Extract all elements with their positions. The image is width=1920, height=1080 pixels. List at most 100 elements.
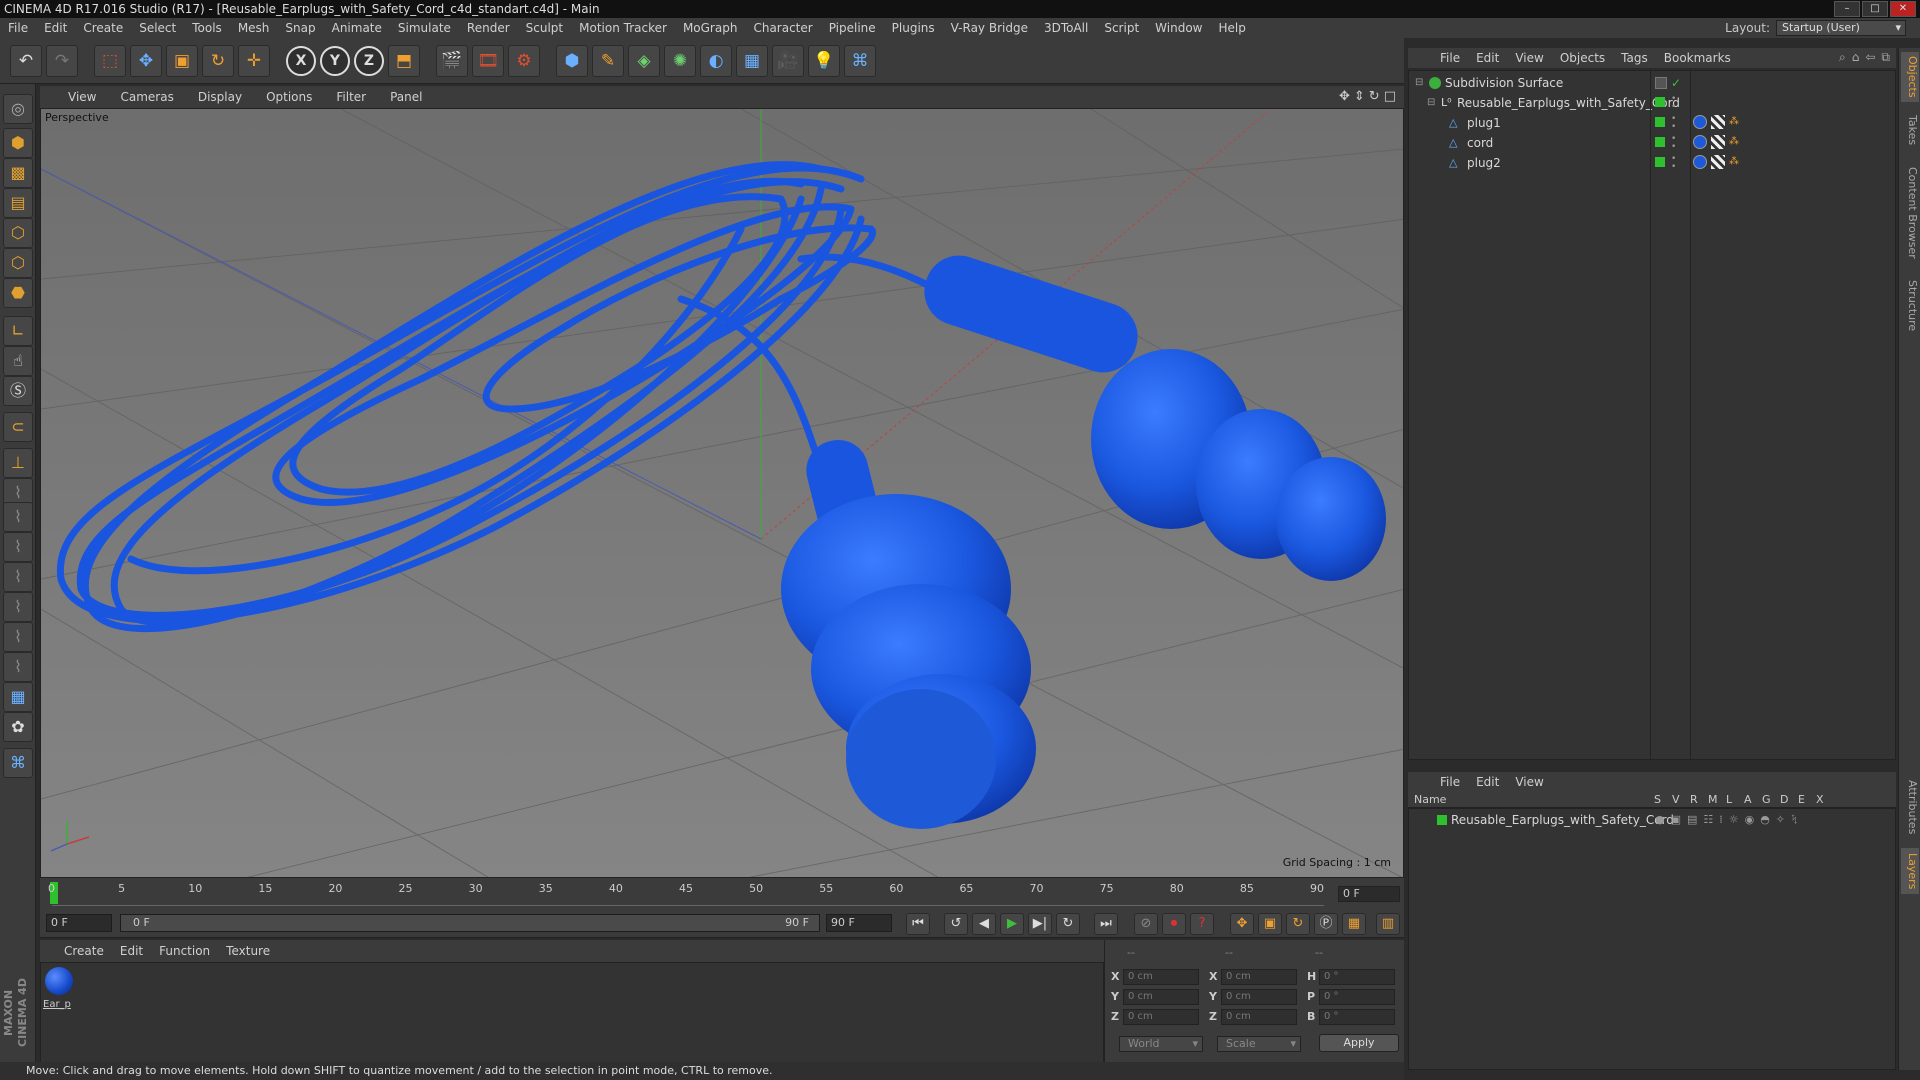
objects-menu-objects[interactable]: Objects xyxy=(1552,51,1613,65)
tags-columns-divider[interactable] xyxy=(1690,70,1691,760)
minimize-button[interactable]: – xyxy=(1834,1,1860,17)
viewport-camera-label[interactable]: Perspective xyxy=(45,111,109,124)
material-tag-icon[interactable] xyxy=(1693,115,1707,129)
spline-pen-icon[interactable]: ✎ xyxy=(592,44,624,77)
coordinate-system-icon[interactable]: ⬒ xyxy=(388,44,420,77)
key-pla-icon[interactable]: ▦ xyxy=(1342,913,1366,935)
3d-viewport[interactable]: Perspective Grid Spacing : 1 cm xyxy=(40,108,1404,878)
enabled-check-icon[interactable]: ✓ xyxy=(1671,77,1683,89)
menu-character[interactable]: Character xyxy=(745,21,820,35)
uvw-tag-icon[interactable] xyxy=(1711,155,1725,169)
snap-icon[interactable]: Ⓢ xyxy=(3,376,33,406)
size-z-field[interactable]: 0 cm xyxy=(1221,1009,1297,1025)
visibility-dots-icon[interactable]: • • xyxy=(1671,135,1676,152)
workplane-icon[interactable]: ⊥ xyxy=(3,448,33,478)
menu-render[interactable]: Render xyxy=(459,21,518,35)
layer-header-locked[interactable]: L xyxy=(1726,793,1732,806)
home-icon[interactable]: ⌂ xyxy=(1852,50,1860,65)
rotation-b-field[interactable]: 0 ° xyxy=(1319,1009,1395,1025)
objects-menu-bookmarks[interactable]: Bookmarks xyxy=(1656,51,1739,65)
layer-header-render[interactable]: R xyxy=(1690,793,1698,806)
previous-frame-icon[interactable]: ◀ xyxy=(972,913,996,935)
layer-header-view[interactable]: V xyxy=(1672,793,1680,806)
layer-header-expressions[interactable]: E xyxy=(1798,793,1805,806)
material-tag-icon[interactable] xyxy=(1693,135,1707,149)
redo-icon[interactable]: ↷ xyxy=(46,44,78,77)
recent-tools-icon[interactable]: ✛ xyxy=(238,44,270,77)
material-tag-icon[interactable] xyxy=(1693,155,1707,169)
menu-snap[interactable]: Snap xyxy=(277,21,323,35)
polygons-mode-icon[interactable]: ⬣ xyxy=(3,278,33,308)
menu-vray-bridge[interactable]: V-Ray Bridge xyxy=(943,21,1036,35)
start-frame-field[interactable]: 0 F xyxy=(46,914,112,932)
axis-x-lock-button[interactable]: X xyxy=(286,45,316,76)
render-picture-viewer-icon[interactable]: 🎞 xyxy=(472,44,504,77)
layer-row[interactable]: Reusable_Earplugs_with_Safety_Cord ●▣▤☷⁞… xyxy=(1409,811,1895,829)
objects-menu-edit[interactable]: Edit xyxy=(1468,51,1507,65)
layer-header-generators[interactable]: G xyxy=(1762,793,1771,806)
object-tree[interactable]: ⊟ Subdivision Surface ✓ ⊟ L⁰ Reusable_Ea… xyxy=(1408,70,1896,760)
texture-mode-icon[interactable]: ▩ xyxy=(3,158,33,188)
points-mode-icon[interactable]: ⬡ xyxy=(3,218,33,248)
render-view-icon[interactable]: 🎬 xyxy=(436,44,468,77)
tree-row-plug2[interactable]: △ plug2 • • ⁂ xyxy=(1409,153,1895,173)
uvw-tag-icon[interactable] xyxy=(1711,135,1725,149)
material-name-label[interactable]: Ear_p xyxy=(43,999,71,1010)
collapse-icon[interactable]: ⊟ xyxy=(1427,97,1439,109)
coordinate-mode-dropdown[interactable]: World xyxy=(1119,1036,1203,1052)
layer-header-manager[interactable]: M xyxy=(1708,793,1718,806)
layer-header-deformers[interactable]: D xyxy=(1780,793,1788,806)
close-button[interactable]: ✕ xyxy=(1890,1,1916,17)
python-icon[interactable]: ⌘ xyxy=(844,44,876,77)
go-to-start-icon[interactable]: ⏮ xyxy=(906,913,930,935)
layer-flag-icons[interactable]: ●▣▤☷⁞☼◉◓✧ᛪ xyxy=(1655,811,1804,829)
size-mode-dropdown[interactable]: Scale xyxy=(1217,1036,1301,1052)
visibility-dots-icon[interactable]: • • xyxy=(1671,115,1676,132)
collapse-icon[interactable]: ⊟ xyxy=(1415,77,1427,89)
position-z-field[interactable]: 0 cm xyxy=(1123,1009,1199,1025)
brush-tool-6-icon[interactable]: ⌇ xyxy=(3,622,33,652)
menu-script[interactable]: Script xyxy=(1096,21,1147,35)
layer-list[interactable]: Reusable_Earplugs_with_Safety_Cord ●▣▤☷⁞… xyxy=(1408,808,1896,1070)
layer-color-icon[interactable] xyxy=(1655,137,1665,147)
autokey-icon[interactable]: ⏺ xyxy=(1162,913,1186,935)
objects-menu-tags[interactable]: Tags xyxy=(1613,51,1656,65)
layers-menu-file[interactable]: File xyxy=(1432,775,1468,789)
timeline-ruler[interactable]: 0 5 10 15 20 25 30 35 40 45 50 55 60 65 70 75 80 85 90 0 F xyxy=(40,878,1404,908)
visibility-dots-icon[interactable]: • • xyxy=(1671,95,1676,112)
tab-structure[interactable]: Structure xyxy=(1901,276,1919,336)
tab-content-browser[interactable]: Content Browser xyxy=(1901,158,1919,268)
tree-row-subdivision-surface[interactable]: ⊟ Subdivision Surface ✓ xyxy=(1409,73,1895,93)
layout-dropdown[interactable]: Startup (User) xyxy=(1776,20,1906,36)
menu-pipeline[interactable]: Pipeline xyxy=(821,21,884,35)
menu-3dtoall[interactable]: 3DToAll xyxy=(1036,21,1096,35)
menu-file[interactable]: File xyxy=(0,21,36,35)
viewport-rotate-icon[interactable]: ↻ xyxy=(1369,89,1380,104)
position-y-field[interactable]: 0 cm xyxy=(1123,989,1199,1005)
camera-icon[interactable]: 🎥 xyxy=(772,44,804,77)
menu-animate[interactable]: Animate xyxy=(324,21,390,35)
axis-y-lock-button[interactable]: Y xyxy=(320,45,350,76)
object-columns-divider[interactable] xyxy=(1650,70,1651,760)
go-to-end-icon[interactable]: ⏭ xyxy=(1094,913,1118,935)
menu-plugins[interactable]: Plugins xyxy=(884,21,943,35)
material-preview-ball[interactable] xyxy=(45,967,73,995)
material-manager-area[interactable]: Ear_p xyxy=(40,962,1104,1070)
viewport-menu-filter[interactable]: Filter xyxy=(324,90,378,104)
viewport-menu-panel[interactable]: Panel xyxy=(378,90,434,104)
new-window-icon[interactable]: ⧉ xyxy=(1881,50,1890,65)
layer-color-icon[interactable] xyxy=(1655,157,1665,167)
menu-select[interactable]: Select xyxy=(131,21,184,35)
layer-color-swatch[interactable] xyxy=(1437,815,1447,825)
key-scale-icon[interactable]: ▣ xyxy=(1258,913,1282,935)
tree-row-cord[interactable]: △ cord • • ⁂ xyxy=(1409,133,1895,153)
viewport-pan-icon[interactable]: ✥ xyxy=(1339,89,1350,104)
rotation-h-field[interactable]: 0 ° xyxy=(1319,969,1395,985)
end-frame-field[interactable]: 90 F xyxy=(826,914,892,932)
uvw-tag-icon[interactable] xyxy=(1711,115,1725,129)
script-python-icon[interactable]: ⌘ xyxy=(3,748,33,778)
next-key-icon[interactable]: ↻ xyxy=(1056,913,1080,935)
brush-tool-4-icon[interactable]: ⌇ xyxy=(3,562,33,592)
back-icon[interactable]: ⇦ xyxy=(1865,50,1875,65)
frame-range-slider[interactable]: 0 F 90 F xyxy=(120,914,820,932)
